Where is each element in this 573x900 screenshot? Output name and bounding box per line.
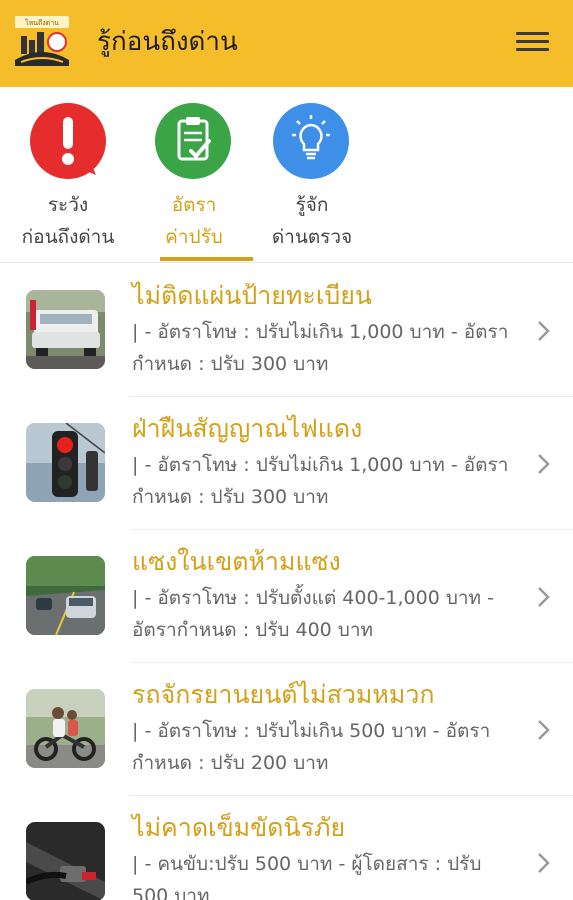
hamburger-menu-icon[interactable] xyxy=(512,26,552,58)
app-title: รู้ก่อนถึงด่าน xyxy=(97,27,238,57)
list-item[interactable]: ไม่ติดแผ่นป้ายทะเบียน | - อัตราโทษ : ปรั… xyxy=(0,264,573,397)
motorcycle-photo xyxy=(26,689,105,768)
lightbulb-icon xyxy=(273,103,349,179)
item-description: | - คนขับ:ปรับ 500 บาท - ผู้โดยสาร : ปรั… xyxy=(132,853,482,900)
tab-label-line1: อัตรา xyxy=(171,194,217,216)
tab-label-line2: ก่อนถึงด่าน xyxy=(21,226,115,248)
fine-list: ไม่ติดแผ่นป้ายทะเบียน | - อัตราโทษ : ปรั… xyxy=(0,264,573,900)
item-title: ฝ่าฝืนสัญญาณไฟแดง xyxy=(132,414,363,443)
chevron-right-icon xyxy=(538,321,550,341)
list-item[interactable]: ไม่คาดเข็มขัดนิรภัย | - คนขับ:ปรับ 500 บ… xyxy=(0,796,573,900)
tab-beware-before-checkpoint[interactable]: ระวัง ก่อนถึงด่าน xyxy=(8,103,128,261)
tab-fine-rates[interactable]: อัตรา ค่าปรับ xyxy=(134,103,254,261)
pickup-truck-photo xyxy=(26,290,105,369)
chevron-right-icon xyxy=(538,454,550,474)
item-title: รถจักรยานยนต์ไม่สวมหมวก xyxy=(132,680,435,709)
exclamation-icon xyxy=(30,103,106,179)
tab-know-checkpoints[interactable]: รู้จัก ด่านตรวจ xyxy=(252,103,372,261)
clipboard-check-icon xyxy=(155,103,231,179)
list-item[interactable]: ฝ่าฝืนสัญญาณไฟแดง | - อัตราโทษ : ปรับไม่… xyxy=(0,397,573,530)
app-bar: ไหนถึงด่าน รู้ก่อนถึงด่าน xyxy=(0,0,573,87)
app-logo: ไหนถึงด่าน xyxy=(13,14,71,70)
item-title: ไม่ติดแผ่นป้ายทะเบียน xyxy=(132,281,372,310)
traffic-light-photo xyxy=(26,423,105,502)
item-description: | - อัตราโทษ : ปรับตั้งแต่ 400-1,000 บาท… xyxy=(132,587,494,641)
item-title: ไม่คาดเข็มขัดนิรภัย xyxy=(132,813,346,842)
active-tab-indicator xyxy=(160,257,253,261)
tab-label-line1: รู้จัก xyxy=(295,194,329,216)
tab-label-line2: ด่านตรวจ xyxy=(271,226,353,248)
list-item[interactable]: แซงในเขตห้ามแซง | - อัตราโทษ : ปรับตั้งแ… xyxy=(0,530,573,663)
item-title: แซงในเขตห้ามแซง xyxy=(132,547,341,576)
chevron-right-icon xyxy=(538,720,550,740)
item-description: | - อัตราโทษ : ปรับไม่เกิน 1,000 บาท - อ… xyxy=(132,454,509,508)
chevron-right-icon xyxy=(538,587,550,607)
tab-label-line1: ระวัง xyxy=(47,194,89,216)
chevron-right-icon xyxy=(538,853,550,873)
item-description: | - อัตราโทษ : ปรับไม่เกิน 1,000 บาท - อ… xyxy=(132,321,509,375)
tab-label-line2: ค่าปรับ xyxy=(165,226,223,248)
seatbelt-photo xyxy=(26,822,105,900)
logo-text: ไหนถึงด่าน xyxy=(24,18,59,27)
list-item[interactable]: รถจักรยานยนต์ไม่สวมหมวก | - อัตราโทษ : ป… xyxy=(0,663,573,796)
item-description: | - อัตราโทษ : ปรับไม่เกิน 500 บาท - อัต… xyxy=(132,720,491,774)
category-tabs: ระวัง ก่อนถึงด่าน อัตรา ค่าปรับ รู้จัก ด… xyxy=(0,87,573,263)
road-cars-photo xyxy=(26,556,105,635)
